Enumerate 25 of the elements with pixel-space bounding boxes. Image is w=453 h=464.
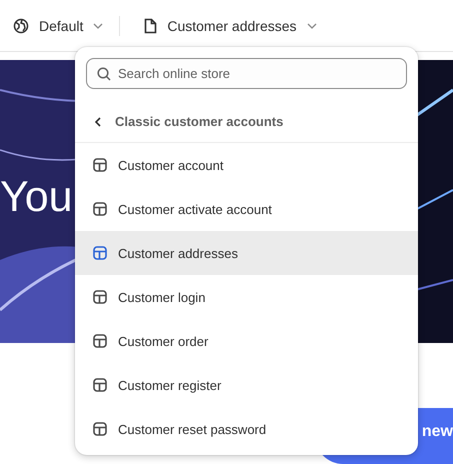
template-item[interactable]: Customer register: [75, 363, 418, 407]
template-item[interactable]: Customer login: [75, 275, 418, 319]
layout-icon: [93, 290, 107, 304]
template-item[interactable]: Customer addresses: [75, 231, 418, 275]
layout-icon: [93, 202, 107, 216]
globe-icon: [13, 18, 29, 34]
chevron-down-icon: [306, 22, 317, 28]
layout-icon: [93, 378, 107, 392]
file-icon: [144, 18, 158, 34]
chevron-left-icon: [95, 116, 101, 126]
theme-dropdown[interactable]: Default: [13, 14, 104, 38]
chevron-down-icon: [93, 22, 104, 28]
template-dropdown[interactable]: Customer addresses: [144, 14, 317, 38]
template-item[interactable]: Customer reset password: [75, 407, 418, 451]
back-button[interactable]: Classic customer accounts: [75, 101, 418, 143]
search-field[interactable]: Search online store: [86, 58, 407, 89]
layout-icon: [93, 158, 107, 172]
hero-heading: You: [0, 172, 73, 223]
layout-icon: [93, 246, 107, 260]
template-item[interactable]: Customer activate account: [75, 187, 418, 231]
template-item[interactable]: Customer order: [75, 319, 418, 363]
layout-icon: [93, 334, 107, 348]
layout-icon: [93, 422, 107, 436]
template-item[interactable]: Customer account: [75, 143, 418, 187]
search-icon: [97, 67, 111, 81]
